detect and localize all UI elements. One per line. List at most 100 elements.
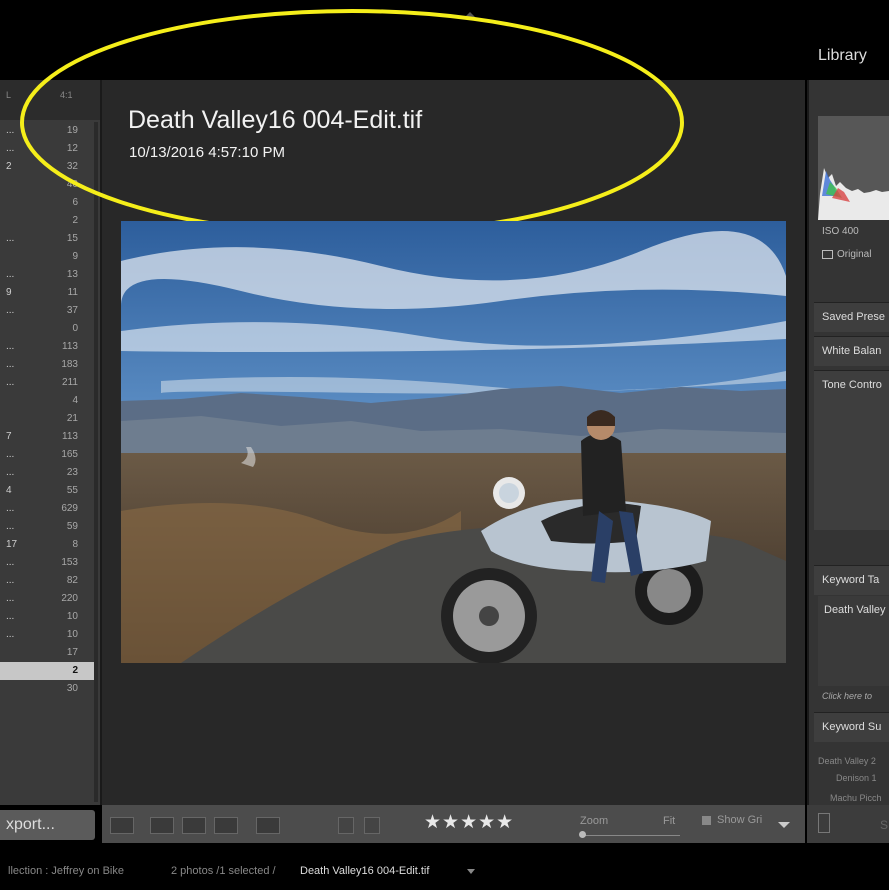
module-library[interactable]: Library [818, 47, 867, 65]
collection-count: 10 [66, 629, 78, 640]
photo-count: 2 photos /1 selected / [171, 865, 276, 877]
toolbar-options-chevron-icon[interactable] [778, 822, 790, 828]
collection-row[interactable]: ... 165 [0, 446, 94, 464]
keyword-suggestion[interactable]: Death Valley 2 [818, 756, 876, 766]
keyword-tags-field[interactable]: Death Valley [818, 596, 889, 686]
collection-row[interactable]: ... 59 [0, 518, 94, 536]
collection-row[interactable]: ... 13 [0, 266, 94, 284]
collection-row[interactable]: 17 [0, 644, 94, 662]
collection-name: ... [6, 449, 15, 460]
collection-row[interactable]: 4 55 [0, 482, 94, 500]
main-photo[interactable] [121, 221, 786, 663]
collection-path[interactable]: llection : Jeffrey on Bike [8, 865, 124, 877]
collection-count: 629 [61, 503, 78, 514]
collection-count: 2 [72, 665, 78, 676]
collection-row[interactable]: ... 37 [0, 302, 94, 320]
zoom-label: Zoom [580, 815, 609, 827]
original-label: Original [837, 249, 872, 260]
panel-toggle-icon[interactable] [818, 813, 830, 833]
survey-view-icon[interactable] [214, 817, 238, 834]
collection-name: ... [6, 467, 15, 478]
collection-count: 211 [62, 377, 78, 388]
collection-row[interactable]: ... 211 [0, 374, 94, 392]
collection-row[interactable]: ... 23 [0, 464, 94, 482]
tone-control-section[interactable]: Tone Contro [814, 370, 889, 530]
collection-count: 21 [66, 413, 78, 424]
loupe-view-icon[interactable] [150, 817, 174, 834]
flag-reject-icon[interactable] [364, 817, 380, 834]
collection-count: 0 [72, 323, 78, 334]
sync-button[interactable]: S [880, 818, 888, 832]
collection-count: 10 [66, 611, 78, 622]
collection-row[interactable]: 30 [0, 680, 94, 698]
collection-name: ... [6, 593, 15, 604]
collection-count: 220 [61, 593, 78, 604]
collection-count: 165 [61, 449, 78, 460]
zoom-slider-track[interactable] [580, 835, 680, 836]
collection-name: ... [6, 341, 15, 352]
fit-label: Fit [663, 815, 676, 827]
collection-row[interactable]: ... 220 [0, 590, 94, 608]
keyword-suggestion[interactable]: Machu Picch [830, 793, 882, 803]
collection-row[interactable]: 4 [0, 392, 94, 410]
compare-view-icon[interactable] [182, 817, 206, 834]
selected-filename[interactable]: Death Valley16 004-Edit.tif [300, 865, 429, 877]
collection-row[interactable]: 17 8 [0, 536, 94, 554]
collection-name: ... [6, 629, 15, 640]
collection-count: 30 [66, 683, 78, 694]
collection-name: 9 [6, 287, 12, 298]
zoom-slider-handle[interactable] [579, 831, 586, 838]
collection-name: ... [6, 377, 15, 388]
collection-row[interactable]: 2 [0, 662, 94, 680]
flag-pick-icon[interactable] [338, 817, 354, 834]
collection-row[interactable]: ... 629 [0, 500, 94, 518]
show-grid-checkbox-icon[interactable] [702, 815, 711, 825]
white-balance-row[interactable]: White Balan [814, 336, 889, 366]
collection-row[interactable]: 9 11 [0, 284, 94, 302]
collection-row[interactable]: ... 82 [0, 572, 94, 590]
collection-name: ... [6, 503, 15, 514]
collection-row[interactable]: ... 10 [0, 608, 94, 626]
collection-name: 2 [6, 161, 12, 172]
star-rating[interactable]: ★★★★★ [424, 811, 514, 834]
keyword-suggestions-header[interactable]: Keyword Su [814, 712, 889, 742]
collection-row[interactable]: ... 153 [0, 554, 94, 572]
collection-row[interactable]: ... 183 [0, 356, 94, 374]
collection-count: 183 [61, 359, 78, 370]
collection-count: 13 [66, 269, 78, 280]
collection-row[interactable]: 9 [0, 248, 94, 266]
collection-count: 153 [61, 557, 78, 568]
collection-name: ... [6, 233, 15, 244]
grid-view-icon[interactable] [110, 817, 134, 834]
collection-count: 11 [67, 287, 78, 298]
collection-row[interactable]: 7 113 [0, 428, 94, 446]
collection-count: 113 [62, 431, 78, 442]
collection-name: ... [6, 305, 15, 316]
collection-row[interactable]: ... 10 [0, 626, 94, 644]
original-checkbox-icon[interactable] [822, 249, 833, 259]
zoom-option[interactable]: L [6, 90, 11, 100]
show-grid-toggle[interactable]: Show Gri [702, 814, 762, 826]
people-view-icon[interactable] [256, 817, 280, 834]
collection-name: ... [6, 125, 15, 136]
annotation-ellipse [20, 9, 684, 236]
collection-count: 113 [62, 341, 78, 352]
collection-count: 17 [66, 647, 78, 658]
photo-motorcycle-death-valley [121, 221, 786, 663]
collection-count: 59 [66, 521, 78, 532]
collection-count: 37 [66, 305, 78, 316]
saved-preset-row[interactable]: Saved Prese [814, 302, 889, 332]
iso-readout: ISO 400 [822, 226, 859, 237]
keyword-suggestion[interactable]: Denison 1 [836, 773, 877, 783]
click-to-add-keywords[interactable]: Click here to [822, 691, 872, 701]
keyword-tags-header[interactable]: Keyword Ta [814, 565, 889, 595]
original-toggle[interactable]: Original [822, 249, 871, 260]
collection-name: 4 [6, 485, 12, 496]
filename-dropdown-icon[interactable] [467, 869, 475, 874]
collection-name: ... [6, 269, 15, 280]
collection-name: ... [6, 611, 15, 622]
collection-row[interactable]: 21 [0, 410, 94, 428]
collection-row[interactable]: 0 [0, 320, 94, 338]
collection-row[interactable]: ... 113 [0, 338, 94, 356]
export-button[interactable]: xport... [0, 810, 95, 840]
